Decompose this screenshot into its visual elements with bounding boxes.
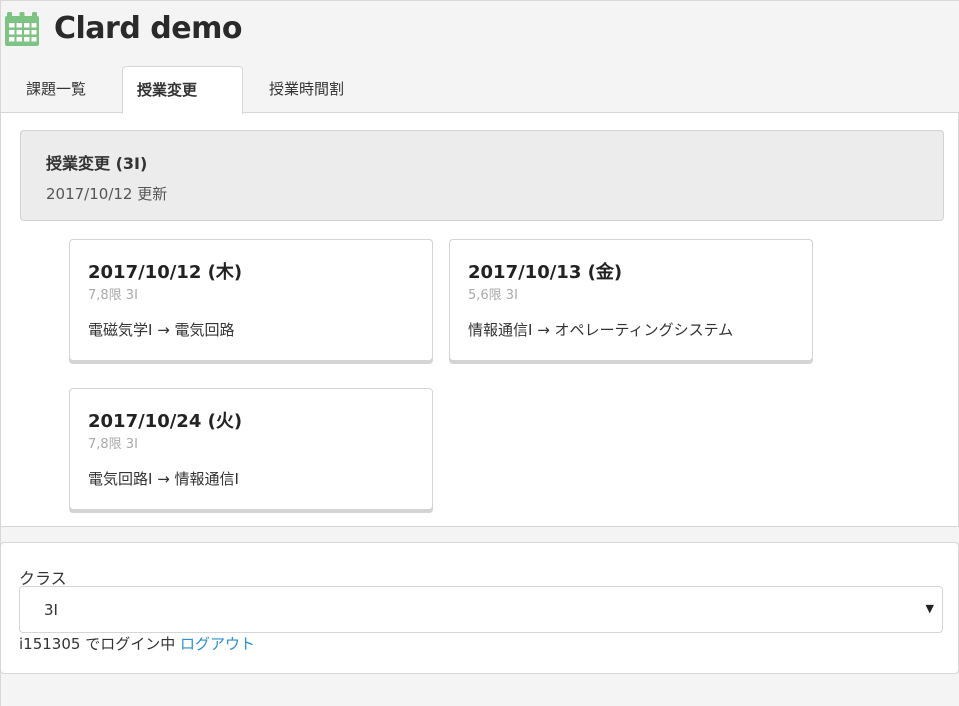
calendar-icon [5,12,39,46]
change-date: 2017/10/12 (木) [88,262,243,283]
dropdown-arrow-icon: ▼ [925,602,934,615]
change-subjects: 電磁気学I → 電気回路 [88,321,235,339]
change-card: 2017/10/13 (金) 5,6限 3I 情報通信I → オペレーティングシ… [449,239,813,361]
tab-class-changes[interactable]: 授業変更 [122,66,243,114]
change-card: 2017/10/12 (木) 7,8限 3I 電磁気学I → 電気回路 [69,239,433,361]
change-subjects: 情報通信I → オペレーティングシステム [468,321,734,339]
change-card: 2017/10/24 (火) 7,8限 3I 電気回路I → 情報通信I [69,388,433,510]
change-period: 7,8限 3I [88,437,138,452]
change-date: 2017/10/24 (火) [88,411,243,432]
login-status-text: i151305 でログイン中 [19,635,176,653]
class-select[interactable]: 3I ▼ [19,586,943,633]
tab-timetable[interactable]: 授業時間割 [255,66,358,113]
last-updated: 2017/10/12 更新 [46,185,168,203]
change-date: 2017/10/13 (金) [468,262,623,283]
logout-link[interactable]: ログアウト [180,635,255,653]
window-top-border [0,0,959,1]
login-status: i151305 でログイン中 ログアウト [19,633,255,654]
app-title: Clard demo [54,10,242,46]
class-select-value: 3I [44,601,58,619]
class-changes-panel: 授業変更 (3I) 2017/10/12 更新 2017/10/12 (木) 7… [0,113,959,527]
tab-assignments[interactable]: 課題一覧 [12,66,100,113]
changes-header-box: 授業変更 (3I) 2017/10/12 更新 [20,130,944,221]
change-subjects: 電気回路I → 情報通信I [88,470,239,488]
change-period: 7,8限 3I [88,288,138,303]
changes-title: 授業変更 (3I) [46,154,148,173]
change-period: 5,6限 3I [468,288,518,303]
class-settings-panel: クラス 3I ▼ i151305 でログイン中 ログアウト [0,542,959,674]
tab-bar: 課題一覧 授業変更 授業時間割 [0,66,959,114]
app-header: Clard demo [4,6,242,50]
